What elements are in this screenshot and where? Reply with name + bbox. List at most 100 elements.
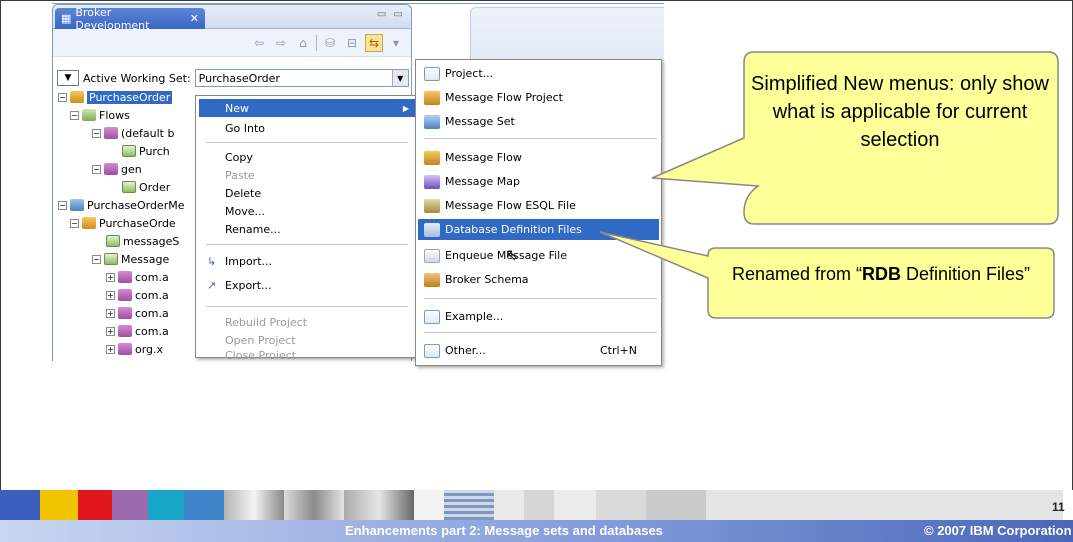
tree-item[interactable]: − Message [92,251,169,267]
callout-renamed-suffix: Definition Files” [901,264,1031,284]
submenu-item-label: Example... [445,310,504,323]
working-set-select[interactable]: PurchaseOrder ▼ [194,69,409,87]
tree-item[interactable]: − PurchaseOrderMe [58,197,184,213]
menu-item-new[interactable]: New ▶ [199,99,415,117]
esql-file-icon [424,198,440,213]
collapse-icon[interactable]: − [92,164,101,174]
working-set-row: ▼ Active Working Set: PurchaseOrder ▼ [57,69,409,87]
menu-item-label: Go Into [225,121,266,135]
submenu-item-label: Message Flow [445,151,522,164]
footer-swatch [646,490,706,520]
footer-swatch [596,490,646,520]
menu-item-label: Import... [225,254,272,268]
tree-item[interactable]: − PurchaseOrder [58,89,173,105]
menu-item-label: Copy [225,150,253,164]
tree-item[interactable]: + com.a [106,287,169,303]
expand-icon[interactable]: + [106,344,115,354]
callout-renamed-bold: RDB [862,264,901,284]
menu-item-rebuild-project[interactable]: Rebuild Project [199,313,415,331]
shortcut-label: Ctrl+N [599,344,637,357]
menu-item-label: Rebuild Project [225,315,308,329]
submenu-item-label: Project... [445,67,494,80]
page-number: 11 [1052,500,1065,514]
collapse-icon[interactable]: − [58,92,67,102]
submenu-item-message-map[interactable]: Message Map [418,171,659,192]
collapse-icon[interactable]: − [92,128,101,138]
menu-item-move[interactable]: Move... [199,202,415,220]
tree-item[interactable]: Purch [122,143,170,159]
message-map-icon [424,174,440,189]
package-icon [118,325,132,337]
minimize-maximize-icon[interactable]: ▭ ▭ [377,9,405,20]
tree-item[interactable]: − gen [92,161,142,177]
tree-item-label: PurchaseOrderMe [87,198,185,212]
menu-separator [424,138,657,139]
collapse-icon[interactable]: − [70,110,79,120]
menu-item-rename[interactable]: Rename... [199,220,415,238]
menu-item-export[interactable]: ↗ Export... [199,276,415,294]
expand-icon[interactable]: + [106,308,115,318]
tree-item[interactable]: messageS [106,233,179,249]
tree-item-label: Purch [139,144,170,158]
expand-icon[interactable]: + [106,326,115,336]
tree-item[interactable]: − (default b [92,125,174,141]
tree-item[interactable]: + org.x [106,341,163,357]
submenu-item-enqueue-message-file[interactable]: Enqueue Message File [418,245,659,266]
submenu-item-message-flow-project[interactable]: Message Flow Project [418,87,659,108]
menu-item-go-into[interactable]: Go Into [199,119,415,137]
footer-photo [444,490,494,520]
footer-swatch [0,490,40,520]
home-icon[interactable]: ⌂ [294,34,312,52]
submenu-item-example[interactable]: Example... [418,306,659,327]
chevron-down-icon[interactable]: ▼ [391,70,408,86]
tree-item[interactable]: Order [122,179,170,195]
view-tabbar: ▦ Broker Development ✕ ▭ ▭ [53,5,411,32]
close-icon[interactable]: ✕ [190,12,199,25]
menu-item-copy[interactable]: Copy [199,148,415,166]
expand-icon[interactable]: + [106,290,115,300]
submenu-item-esql-file[interactable]: Message Flow ESQL File [418,195,659,216]
view-menu-icon[interactable]: ▾ [387,34,405,52]
menu-item-paste[interactable]: Paste [199,166,415,184]
collapse-icon[interactable]: − [70,218,79,228]
submenu-arrow-icon: ▶ [402,103,409,113]
tab-broker-development[interactable]: ▦ Broker Development ✕ [55,5,205,32]
tab-label: Broker Development [75,5,150,32]
message-set-project-icon [70,199,84,211]
submenu-item-other[interactable]: Other... Ctrl+N [418,340,659,361]
menu-item-open-project[interactable]: Open Project [199,331,415,349]
working-set-menu-icon[interactable]: ▼ [57,70,79,86]
submenu-item-broker-schema[interactable]: Broker Schema [418,269,659,290]
back-icon[interactable]: ⇦ [250,34,268,52]
menu-item-delete[interactable]: Delete [199,184,415,202]
submenu-item-database-definition-files[interactable]: Database Definition Files [418,219,659,240]
menu-item-close-project[interactable]: Close Project [199,349,415,359]
collapse-icon[interactable]: − [58,200,67,210]
submenu-item-message-flow[interactable]: Message Flow [418,147,659,168]
tree-item[interactable]: − Flows [70,107,130,123]
tree-item[interactable]: + com.a [106,269,169,285]
expand-icon[interactable]: + [106,272,115,282]
submenu-item-message-set[interactable]: Message Set [418,111,659,132]
filter-icon[interactable]: ⛁ [321,34,339,52]
tree-item[interactable]: + com.a [106,323,169,339]
forward-icon[interactable]: ⇨ [272,34,290,52]
footer-image-strip [0,490,1073,520]
new-submenu: Project... Message Flow Project Message … [415,59,662,366]
tree-item[interactable]: − PurchaseOrde [70,215,176,231]
new-wizard-icon [424,343,440,358]
tree-item-label: PurchaseOrde [99,216,176,230]
collapse-all-icon[interactable]: ⊟ [343,34,361,52]
menu-separator [206,244,408,245]
import-icon: ↳ [207,254,217,268]
submenu-item-project[interactable]: Project... [418,63,659,84]
menu-item-label: Open Project [225,333,296,347]
tree-item[interactable]: + com.a [106,305,169,321]
link-with-editor-icon[interactable]: ⇆ [365,33,383,52]
working-set-label: Active Working Set: [83,71,191,85]
collapse-icon[interactable]: − [92,254,101,264]
menu-item-import[interactable]: ↳ Import... [199,252,415,270]
callout-simplified-text: Simplified New menus: only show what is … [751,73,1049,151]
slide-frame-top [0,0,1073,1]
footer-photo [344,490,414,520]
